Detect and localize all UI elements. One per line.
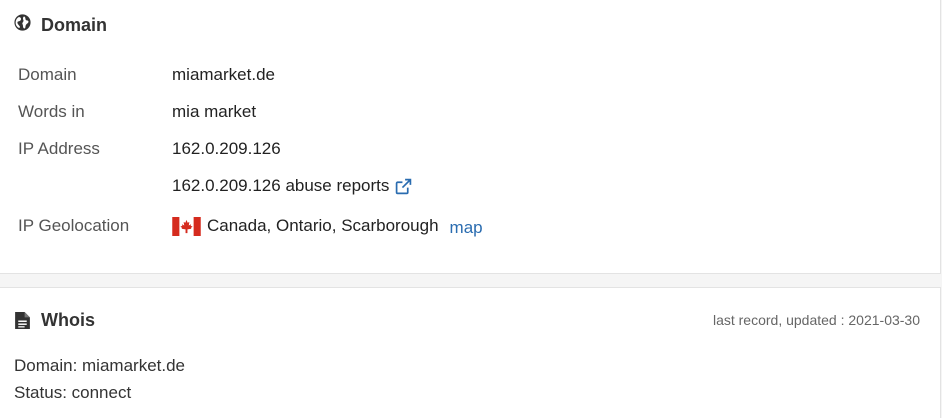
words-label: Words in [18, 102, 85, 121]
ip-label: IP Address [18, 139, 100, 158]
abuse-reports-link[interactable]: 162.0.209.126 abuse reports [172, 176, 412, 196]
whois-panel-header: Whois [14, 309, 95, 331]
ip-address-link[interactable]: 162.0.209.126 [172, 139, 281, 159]
last-updated-text: last record, updated : 2021-03-30 [712, 312, 920, 328]
domain-row: Domain miamarket.de [18, 63, 940, 87]
whois-panel-title: Whois [41, 310, 95, 330]
whois-panel: Whois last record, updated : 2021-03-30 … [0, 287, 941, 418]
canada-flag-icon [172, 216, 201, 236]
domain-panel-header: Domain [14, 14, 107, 36]
globe-icon [14, 14, 31, 36]
domain-value: miamarket.de [172, 65, 275, 84]
abuse-row: 162.0.209.126 abuse reports [18, 174, 940, 198]
whois-line: Domain: miamarket.de [14, 356, 186, 375]
geolocation-value: Canada, Ontario, Scarborough map [172, 215, 483, 238]
domain-panel-title: Domain [41, 15, 108, 35]
geolocation-label: IP Geolocation [18, 216, 130, 235]
domain-panel: Domain Domain miamarket.de Words in mia … [0, 0, 941, 274]
whois-line: Status: connect [14, 383, 132, 402]
external-link-icon [395, 178, 412, 195]
domain-label: Domain [18, 65, 77, 84]
document-icon [14, 311, 31, 330]
geolocation-row: IP Geolocation Canada, Ontario, Scarboro… [18, 214, 940, 238]
words-value: mia market [172, 102, 257, 121]
abuse-reports-label: 162.0.209.126 abuse reports [172, 176, 390, 195]
geolocation-text: Canada, Ontario, Scarborough [207, 216, 439, 235]
words-row: Words in mia market [18, 100, 940, 124]
ip-row: IP Address 162.0.209.126 [18, 137, 940, 161]
map-link[interactable]: map [450, 218, 483, 238]
